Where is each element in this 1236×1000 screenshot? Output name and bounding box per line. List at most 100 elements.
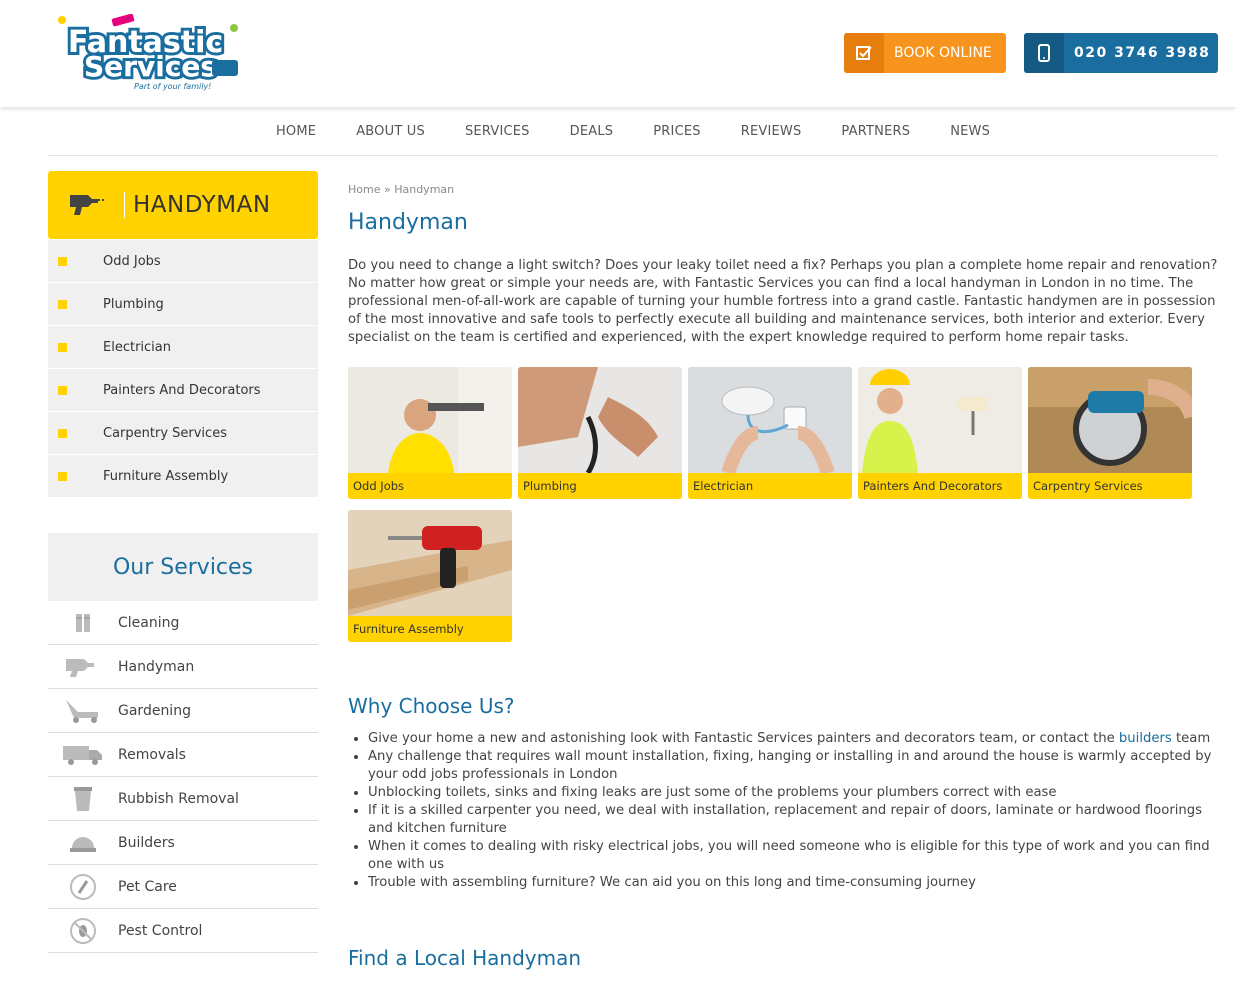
service-handyman[interactable]: Handyman <box>48 645 318 689</box>
submenu-label: Painters And Decorators <box>103 382 261 398</box>
submenu-carpentry[interactable]: Carpentry Services <box>48 412 318 454</box>
service-cards: Odd Jobs Plumbing Electrician Painters A… <box>348 367 1198 642</box>
nav-prices[interactable]: PRICES <box>633 124 720 139</box>
card-label: Furniture Assembly <box>348 616 512 642</box>
nav-reviews[interactable]: REVIEWS <box>721 124 822 139</box>
painters-photo <box>858 367 1022 473</box>
submenu-label: Carpentry Services <box>103 425 227 441</box>
carpentry-photo <box>1028 367 1192 473</box>
bullet-icon <box>58 428 67 438</box>
service-pet-care[interactable]: Pet Care <box>48 865 318 909</box>
bullet-icon <box>58 256 67 266</box>
submenu-plumbing[interactable]: Plumbing <box>48 283 318 325</box>
handyman-title: HANDYMAN <box>133 192 271 218</box>
card-plumbing[interactable]: Plumbing <box>518 367 682 499</box>
card-label: Electrician <box>688 473 852 499</box>
handyman-submenu: Odd Jobs Plumbing Electrician Painters A… <box>48 240 318 497</box>
nav-home[interactable]: HOME <box>256 124 336 139</box>
find-handyman-title: Find a Local Handyman <box>348 946 582 970</box>
bullet-icon <box>58 385 67 395</box>
intro-paragraph: Do you need to change a light switch? Do… <box>348 258 1218 345</box>
gloves-icon <box>48 610 118 636</box>
service-gardening[interactable]: Gardening <box>48 689 318 733</box>
svg-text:Services: Services <box>84 50 217 83</box>
submenu-odd-jobs[interactable]: Odd Jobs <box>48 240 318 282</box>
card-furniture-assembly[interactable]: Furniture Assembly <box>348 510 512 642</box>
why-choose-us-title: Why Choose Us? <box>348 694 515 718</box>
breadcrumb-home[interactable]: Home <box>348 183 380 196</box>
bullet-icon <box>58 342 67 352</box>
nav-services[interactable]: SERVICES <box>445 124 550 139</box>
list-item: If it is a skilled carpenter you need, w… <box>368 802 1218 838</box>
card-carpentry[interactable]: Carpentry Services <box>1028 367 1192 499</box>
pet-icon <box>48 873 118 901</box>
bullet-icon <box>58 299 67 309</box>
drill-icon <box>48 656 118 678</box>
service-label: Pest Control <box>118 922 203 939</box>
service-label: Gardening <box>118 702 191 719</box>
card-electrician[interactable]: Electrician <box>688 367 852 499</box>
no-bug-icon <box>48 917 118 945</box>
list-item: Trouble with assembling furniture? We ca… <box>368 874 1218 892</box>
list-item-text: team <box>1171 731 1211 746</box>
checkbox-icon <box>844 33 884 73</box>
book-online-button[interactable]: BOOK ONLINE <box>844 33 1006 73</box>
handyman-header: HANDYMAN <box>48 171 318 239</box>
breadcrumb-current: Handyman <box>394 183 455 196</box>
truck-icon <box>48 744 118 766</box>
list-item-text: Give your home a new and astonishing loo… <box>368 731 1119 746</box>
list-item: Give your home a new and astonishing loo… <box>368 730 1218 748</box>
card-odd-jobs[interactable]: Odd Jobs <box>348 367 512 499</box>
phone-icon <box>1024 33 1064 73</box>
list-item: When it comes to dealing with risky elec… <box>368 838 1218 874</box>
lawnmower-icon <box>48 698 118 724</box>
why-choose-us-list: Give your home a new and astonishing loo… <box>348 730 1218 892</box>
odd-jobs-photo <box>348 367 512 473</box>
bullet-icon <box>58 471 67 481</box>
service-label: Rubbish Removal <box>118 790 239 807</box>
service-label: Pet Care <box>118 878 177 895</box>
bin-icon <box>48 785 118 813</box>
card-label: Odd Jobs <box>348 473 512 499</box>
submenu-electrician[interactable]: Electrician <box>48 326 318 368</box>
submenu-label: Odd Jobs <box>103 253 161 269</box>
submenu-furniture-assembly[interactable]: Furniture Assembly <box>48 455 318 497</box>
phone-button[interactable]: 020 3746 3988 <box>1024 33 1218 73</box>
submenu-label: Electrician <box>103 339 171 355</box>
card-painters[interactable]: Painters And Decorators <box>858 367 1022 499</box>
submenu-label: Furniture Assembly <box>103 468 229 484</box>
page-title: Handyman <box>348 210 468 235</box>
nav-about-us[interactable]: ABOUT US <box>336 124 445 139</box>
main-content: Home » Handyman Handyman Do you need to … <box>348 171 1218 970</box>
submenu-label: Plumbing <box>103 296 164 312</box>
service-label: Cleaning <box>118 614 180 631</box>
plumbing-photo <box>518 367 682 473</box>
submenu-painters[interactable]: Painters And Decorators <box>48 369 318 411</box>
main-nav: HOME ABOUT US SERVICES DEALS PRICES REVI… <box>48 107 1218 156</box>
breadcrumb-separator: » <box>380 183 395 196</box>
card-label: Painters And Decorators <box>858 473 1022 499</box>
service-rubbish-removal[interactable]: Rubbish Removal <box>48 777 318 821</box>
breadcrumb: Home » Handyman <box>348 183 1218 196</box>
card-label: Plumbing <box>518 473 682 499</box>
service-label: Removals <box>118 746 186 763</box>
list-item: Unblocking toilets, sinks and fixing lea… <box>368 784 1218 802</box>
service-cleaning[interactable]: Cleaning <box>48 601 318 645</box>
service-removals[interactable]: Removals <box>48 733 318 777</box>
service-builders[interactable]: Builders <box>48 821 318 865</box>
site-header: Fantastic Fantastic Services Services Pa… <box>0 0 1236 107</box>
sidebar: HANDYMAN Odd Jobs Plumbing Electrician P… <box>48 171 318 953</box>
fantastic-services-logo[interactable]: Fantastic Fantastic Services Services Pa… <box>56 13 242 92</box>
nav-partners[interactable]: PARTNERS <box>821 124 930 139</box>
service-label: Handyman <box>118 658 195 675</box>
nav-news[interactable]: NEWS <box>930 124 1010 139</box>
drill-icon <box>68 191 106 219</box>
builders-link[interactable]: builders <box>1119 731 1172 746</box>
our-services-title: Our Services <box>48 533 318 601</box>
phone-number-label: 020 3746 3988 <box>1074 45 1211 61</box>
hardhat-icon <box>48 832 118 854</box>
svg-text:Part of your family!: Part of your family! <box>134 82 211 91</box>
nav-deals[interactable]: DEALS <box>550 124 634 139</box>
service-pest-control[interactable]: Pest Control <box>48 909 318 953</box>
furniture-assembly-photo <box>348 510 512 616</box>
